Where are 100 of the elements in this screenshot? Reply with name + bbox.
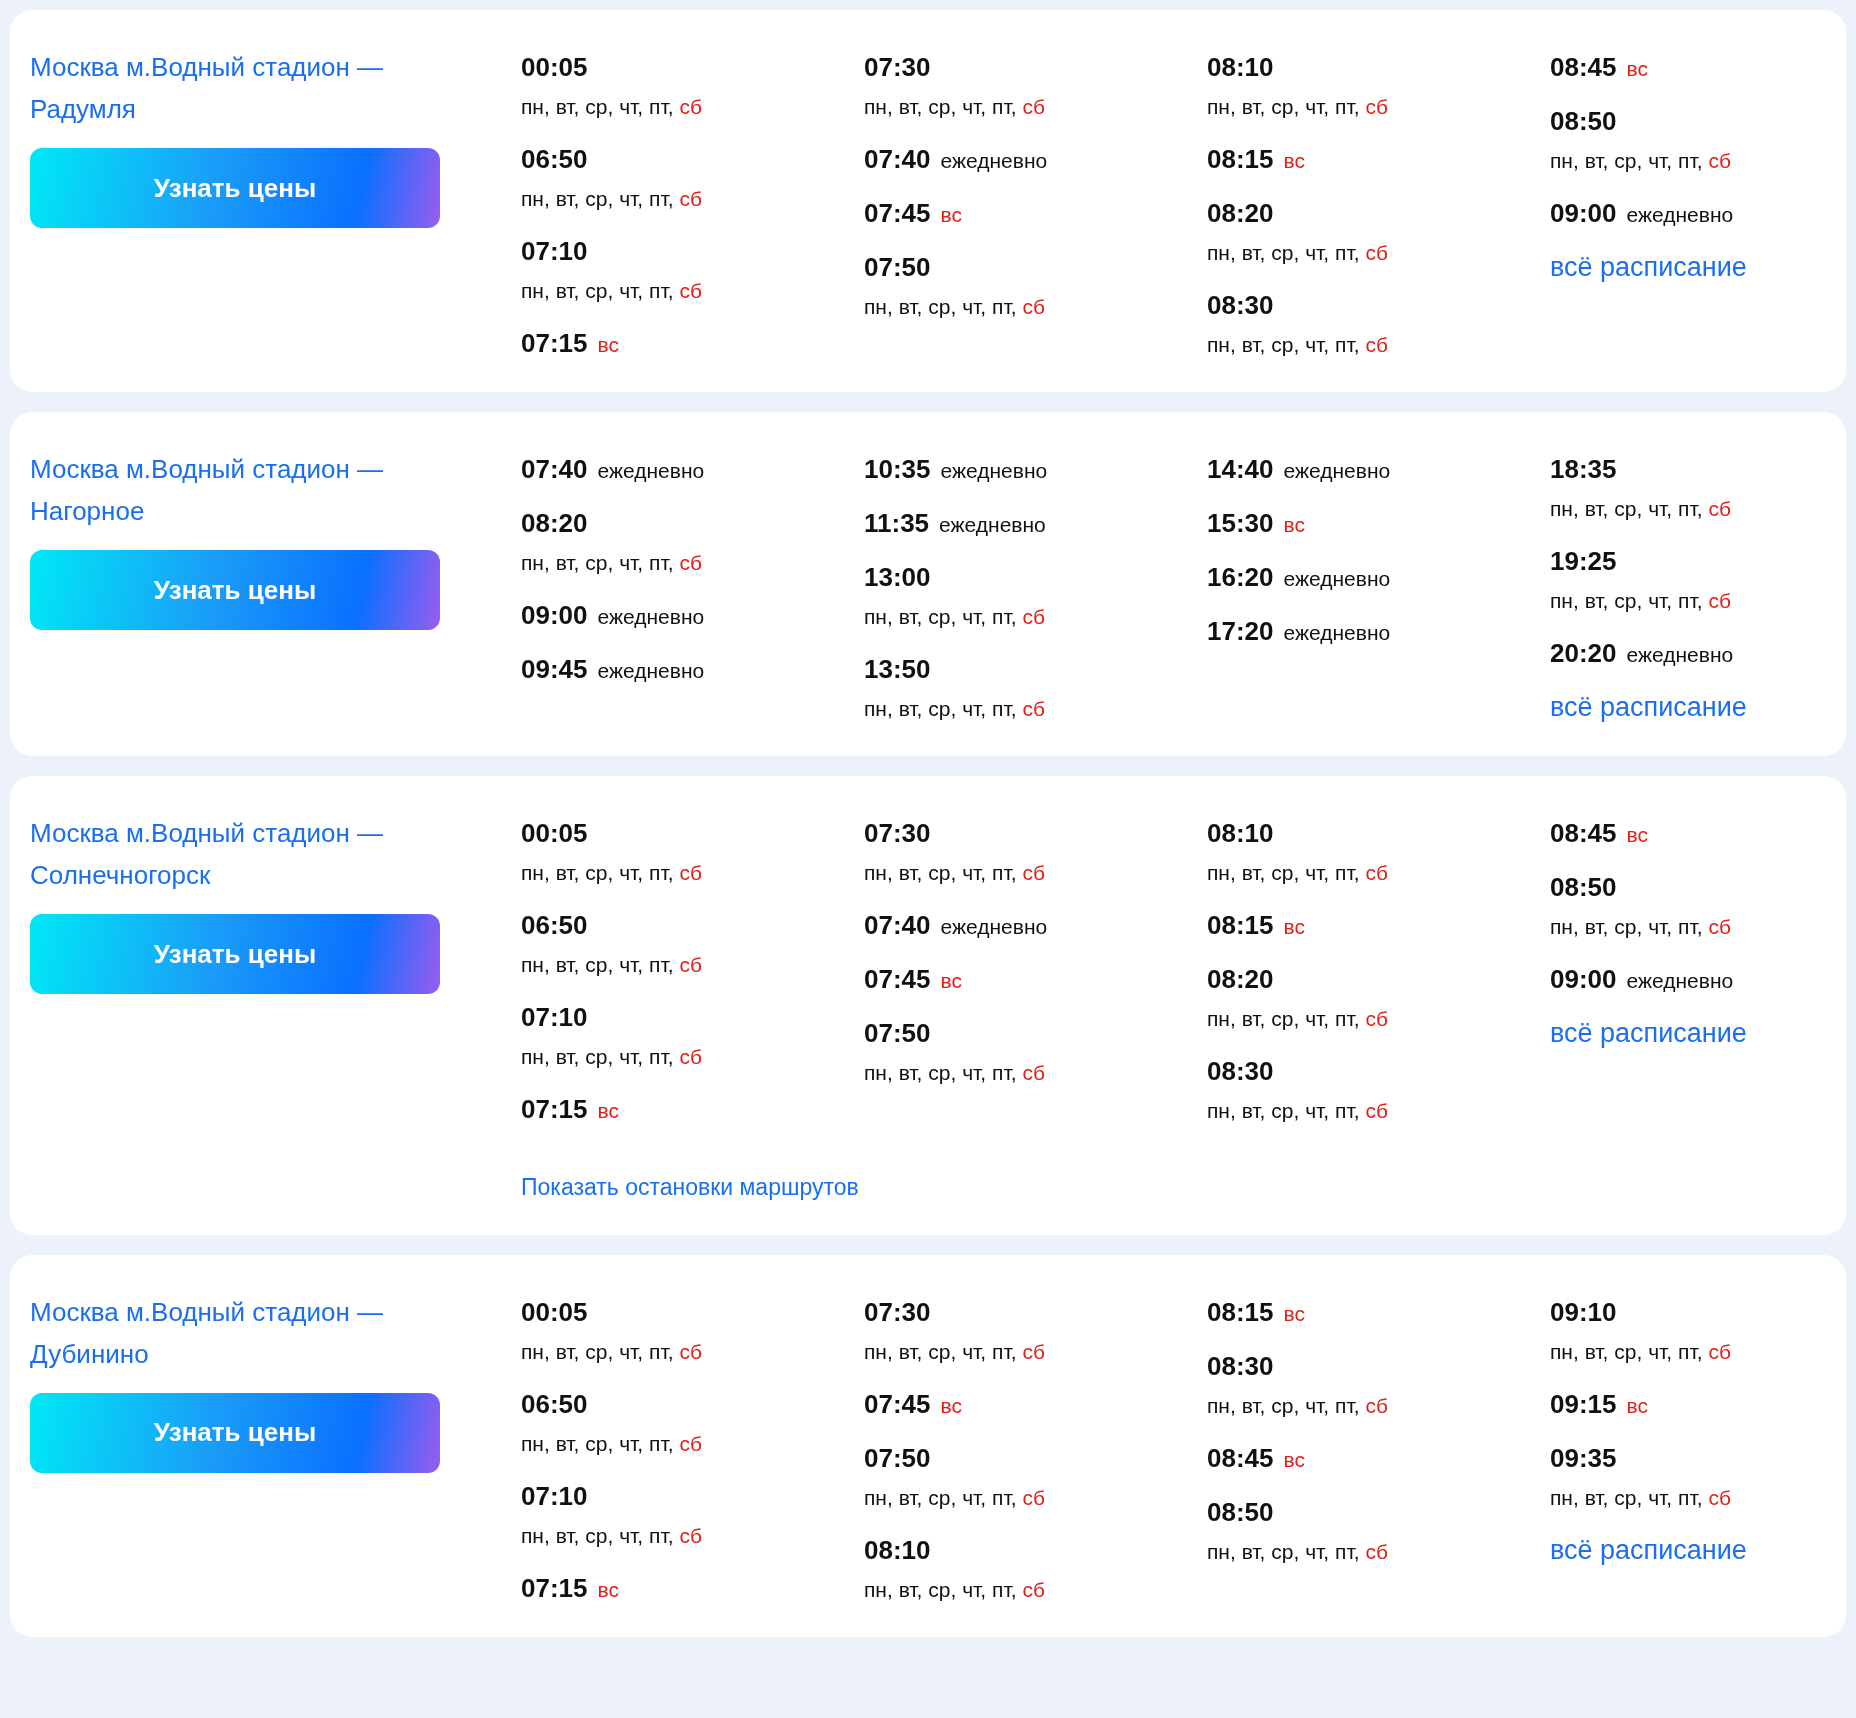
days-text: ежедневно <box>1283 458 1391 484</box>
days-text: ежедневно <box>940 458 1048 484</box>
days-text: пн, вт, ср, чт, пт, сб <box>1550 915 1731 938</box>
departure-time: 08:15 <box>1207 1295 1274 1329</box>
days-text: пн, вт, ср, чт, пт, сб <box>864 295 1045 318</box>
full-schedule-link[interactable]: всё расписание <box>1550 1528 1830 1571</box>
departure-time: 07:30 <box>864 51 931 84</box>
full-schedule-link[interactable]: всё расписание <box>1550 246 1830 288</box>
departure-time: 00:05 <box>521 817 588 850</box>
days-text: пн, вт, ср, чт, пт, сб <box>864 1577 1045 1601</box>
prices-button[interactable]: Узнать цены <box>30 148 440 228</box>
route-title-link[interactable]: Москва м.Водный стадион — Солнечногорск <box>30 812 440 896</box>
days-text: пн, вт, ср, чт, пт, сб <box>521 1339 702 1363</box>
days-text: пн, вт, ср, чт, пт, сб <box>521 279 702 302</box>
departure-time: 13:50 <box>864 653 931 686</box>
departure-time: 07:10 <box>521 235 588 268</box>
days-text: вс <box>940 202 962 228</box>
days-text: пн, вт, ср, чт, пт, сб <box>521 861 702 884</box>
departure-time: 06:50 <box>521 909 588 942</box>
departure-time: 07:45 <box>864 197 931 230</box>
days-text: пн, вт, ср, чт, пт, сб <box>864 1339 1045 1363</box>
departure-time: 07:10 <box>521 1479 588 1513</box>
departure-time: 09:15 <box>1550 1387 1617 1421</box>
departure-time: 19:25 <box>1550 545 1617 578</box>
departure-time: 08:50 <box>1550 871 1617 904</box>
departure-time: 20:20 <box>1550 637 1617 670</box>
days-text: пн, вт, ср, чт, пт, сб <box>521 95 702 118</box>
days-text: пн, вт, ср, чт, пт, сб <box>521 551 702 574</box>
prices-button[interactable]: Узнать цены <box>30 1392 440 1473</box>
departure-time: 08:45 <box>1550 817 1617 850</box>
departure-time: 09:35 <box>1550 1441 1617 1475</box>
days-text: ежедневно <box>1626 968 1734 994</box>
days-text: вс <box>597 1098 619 1124</box>
full-schedule-link[interactable]: всё расписание <box>1550 686 1830 728</box>
days-text: ежедневно <box>597 458 705 484</box>
departure-time: 09:00 <box>1550 963 1617 996</box>
departure-time: 07:50 <box>864 1441 931 1475</box>
prices-button[interactable]: Узнать цены <box>30 550 440 630</box>
days-text: пн, вт, ср, чт, пт, сб <box>864 697 1045 720</box>
days-text: ежедневно <box>940 148 1048 174</box>
departure-time: 09:45 <box>521 653 588 686</box>
departure-time: 08:30 <box>1207 1055 1274 1088</box>
days-text: пн, вт, ср, чт, пт, сб <box>1550 1485 1731 1509</box>
days-text: пн, вт, ср, чт, пт, сб <box>521 187 702 210</box>
days-text: вс <box>1283 148 1305 174</box>
departure-time: 13:00 <box>864 561 931 594</box>
departure-time: 07:15 <box>521 1571 588 1605</box>
departure-time: 07:50 <box>864 251 931 284</box>
days-text: пн, вт, ср, чт, пт, сб <box>1207 95 1388 118</box>
departure-time: 08:45 <box>1550 51 1617 84</box>
route-title-link[interactable]: Москва м.Водный стадион — Дубинино <box>30 1290 440 1375</box>
days-text: вс <box>1283 914 1305 940</box>
days-text: пн, вт, ср, чт, пт, сб <box>864 95 1045 118</box>
days-text: ежедневно <box>1626 202 1734 228</box>
days-text: вс <box>1626 56 1648 82</box>
departure-time: 08:50 <box>1207 1495 1274 1529</box>
departure-time: 07:30 <box>864 1295 931 1329</box>
departure-time: 08:45 <box>1207 1441 1274 1475</box>
route-title-link[interactable]: Москва м.Водный стадион — Нагорное <box>30 448 440 532</box>
departure-time: 10:35 <box>864 453 931 486</box>
days-text: пн, вт, ср, чт, пт, сб <box>1550 497 1731 520</box>
days-text: пн, вт, ср, чт, пт, сб <box>1207 333 1388 356</box>
show-stops-link[interactable]: Показать остановки маршрутов <box>521 1170 859 1205</box>
departure-time: 08:15 <box>1207 909 1274 942</box>
departure-time: 06:50 <box>521 1387 588 1421</box>
departure-time: 08:20 <box>1207 963 1274 996</box>
days-text: вс <box>940 968 962 994</box>
departure-time: 06:50 <box>521 143 588 176</box>
departure-time: 00:05 <box>521 1295 588 1329</box>
days-text: вс <box>597 1576 619 1603</box>
prices-button[interactable]: Узнать цены <box>30 914 440 994</box>
departure-time: 08:30 <box>1207 1349 1274 1383</box>
days-text: вс <box>1283 1300 1305 1327</box>
days-text: пн, вт, ср, чт, пт, сб <box>1207 861 1388 884</box>
departure-time: 17:20 <box>1207 615 1274 648</box>
days-text: пн, вт, ср, чт, пт, сб <box>864 1485 1045 1509</box>
departure-time: 07:50 <box>864 1017 931 1050</box>
days-text: ежедневно <box>597 658 705 684</box>
departure-time: 08:15 <box>1207 143 1274 176</box>
full-schedule-link[interactable]: всё расписание <box>1550 1012 1830 1054</box>
departure-time: 08:20 <box>521 507 588 540</box>
days-text: ежедневно <box>597 604 705 630</box>
departure-time: 07:10 <box>521 1001 588 1034</box>
days-text: вс <box>1283 512 1305 538</box>
days-text: пн, вт, ср, чт, пт, сб <box>1550 589 1731 612</box>
days-text: ежедневно <box>1626 642 1734 668</box>
departure-time: 16:20 <box>1207 561 1274 594</box>
departure-time: 08:10 <box>1207 817 1274 850</box>
departure-time: 09:00 <box>1550 197 1617 230</box>
route-title-link[interactable]: Москва м.Водный стадион — Радумля <box>30 46 440 130</box>
days-text: пн, вт, ср, чт, пт, сб <box>864 861 1045 884</box>
days-text: пн, вт, ср, чт, пт, сб <box>521 1431 702 1455</box>
days-text: пн, вт, ср, чт, пт, сб <box>864 1061 1045 1084</box>
departure-time: 07:15 <box>521 1093 588 1126</box>
days-text: ежедневно <box>939 512 1046 538</box>
days-text: пн, вт, ср, чт, пт, сб <box>1207 1099 1388 1122</box>
departure-time: 07:15 <box>521 327 588 360</box>
departure-time: 07:30 <box>864 817 931 850</box>
departure-time: 07:40 <box>864 909 931 942</box>
departure-time: 09:10 <box>1550 1295 1617 1329</box>
